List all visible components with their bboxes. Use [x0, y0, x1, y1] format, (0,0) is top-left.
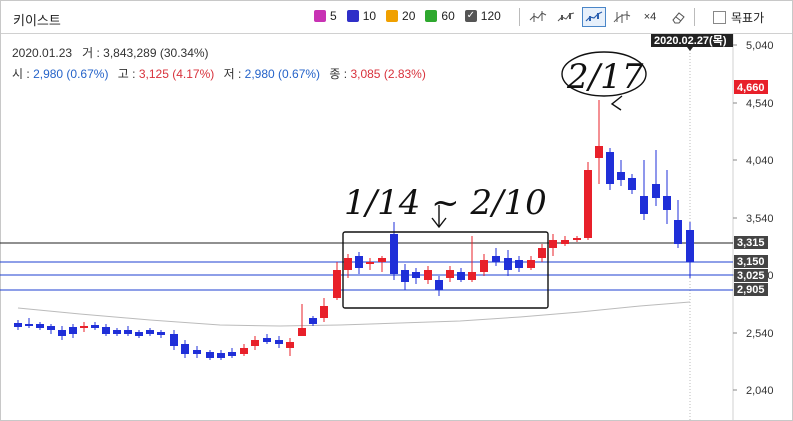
candle-body-45[interactable] — [527, 260, 535, 268]
candle-body-47[interactable] — [549, 240, 557, 248]
ma120-line — [17, 301, 691, 327]
crosshair-pointer — [687, 47, 693, 51]
candle-body-25[interactable] — [298, 328, 306, 336]
candle-body-34[interactable] — [401, 270, 409, 282]
candle-body-54[interactable] — [628, 178, 636, 190]
candle-body-32[interactable] — [378, 258, 386, 262]
candle-body-16[interactable] — [193, 350, 201, 354]
candle-body-56[interactable] — [652, 184, 660, 198]
candle-body-36[interactable] — [424, 270, 432, 280]
price-tick-2040: 2,040 — [746, 385, 774, 397]
candle-body-9[interactable] — [113, 330, 121, 334]
candle-body-51[interactable] — [595, 146, 603, 158]
candle-body-53[interactable] — [617, 172, 625, 180]
annotation-peak-text: 2/17 — [566, 57, 644, 97]
level-label-3315: 3,315 — [737, 237, 765, 249]
level-label-2905: 2,905 — [737, 284, 765, 296]
annotation-range-text: 1/14 ~ 2/10 — [344, 183, 547, 223]
candle-body-1[interactable] — [25, 324, 33, 326]
candle-body-11[interactable] — [135, 332, 143, 336]
candle-body-23[interactable] — [275, 340, 283, 344]
candle-body-33[interactable] — [390, 234, 398, 274]
candle-body-59[interactable] — [686, 230, 694, 262]
candle-body-2[interactable] — [36, 324, 44, 328]
candle-body-22[interactable] — [263, 338, 271, 342]
candle-body-4[interactable] — [58, 330, 66, 336]
candle-body-0[interactable] — [14, 323, 22, 327]
candle-body-17[interactable] — [206, 352, 214, 358]
crosshair-date: 2020.02.27(목) — [654, 34, 727, 47]
candle-body-3[interactable] — [47, 326, 55, 330]
level-label-3025: 3,025 — [737, 270, 765, 282]
candle-body-13[interactable] — [157, 332, 165, 335]
candle-body-31[interactable] — [366, 262, 374, 264]
candle-body-5[interactable] — [69, 327, 77, 334]
candle-body-21[interactable] — [251, 340, 259, 346]
candle-body-27[interactable] — [320, 306, 328, 318]
candle-body-58[interactable] — [674, 220, 682, 244]
annotation-peak-arrow — [610, 95, 623, 111]
level-label-3150: 3,150 — [737, 256, 765, 268]
candle-body-30[interactable] — [355, 256, 363, 268]
price-tick-4040: 4,040 — [746, 155, 774, 167]
candle-body-18[interactable] — [217, 353, 225, 358]
candle-body-10[interactable] — [124, 330, 132, 334]
candle-body-41[interactable] — [480, 260, 488, 272]
candle-body-24[interactable] — [286, 342, 294, 348]
candle-body-29[interactable] — [344, 258, 352, 270]
candle-body-44[interactable] — [515, 260, 523, 268]
price-tick-2540: 2,540 — [746, 328, 774, 340]
candles — [14, 100, 694, 360]
candle-body-49[interactable] — [573, 238, 581, 240]
candle-body-26[interactable] — [309, 318, 317, 324]
candle-body-38[interactable] — [446, 270, 454, 278]
candle-body-7[interactable] — [91, 325, 99, 328]
candle-body-55[interactable] — [640, 196, 648, 214]
candle-body-28[interactable] — [333, 270, 341, 298]
candle-body-15[interactable] — [181, 344, 189, 354]
price-tick-3540: 3,540 — [746, 213, 774, 225]
candle-body-39[interactable] — [457, 272, 465, 280]
price-tick-5040: 5,040 — [746, 40, 774, 52]
candle-body-48[interactable] — [561, 240, 569, 244]
candlestick-chart[interactable]: 5,040 4,540 4,040 3,540 3,040 2,540 2,04… — [0, 0, 793, 421]
candle-body-37[interactable] — [435, 280, 443, 290]
candle-body-52[interactable] — [606, 152, 614, 184]
candle-body-40[interactable] — [468, 272, 476, 280]
candle-body-19[interactable] — [228, 352, 236, 356]
candle-body-43[interactable] — [504, 258, 512, 270]
candle-body-12[interactable] — [146, 330, 154, 334]
current-price: 4,660 — [737, 82, 765, 94]
handdrawn-annotations: 1/14 ~ 2/10 2/17 — [342, 51, 647, 309]
candle-body-6[interactable] — [80, 326, 88, 328]
candle-body-20[interactable] — [240, 348, 248, 354]
candle-body-35[interactable] — [412, 272, 420, 278]
candle-body-14[interactable] — [170, 334, 178, 346]
candle-body-42[interactable] — [492, 256, 500, 262]
candle-body-50[interactable] — [584, 170, 592, 238]
candle-body-8[interactable] — [102, 327, 110, 334]
candle-body-46[interactable] — [538, 248, 546, 258]
candle-body-57[interactable] — [663, 196, 671, 210]
price-tick-4540: 4,540 — [746, 98, 774, 110]
